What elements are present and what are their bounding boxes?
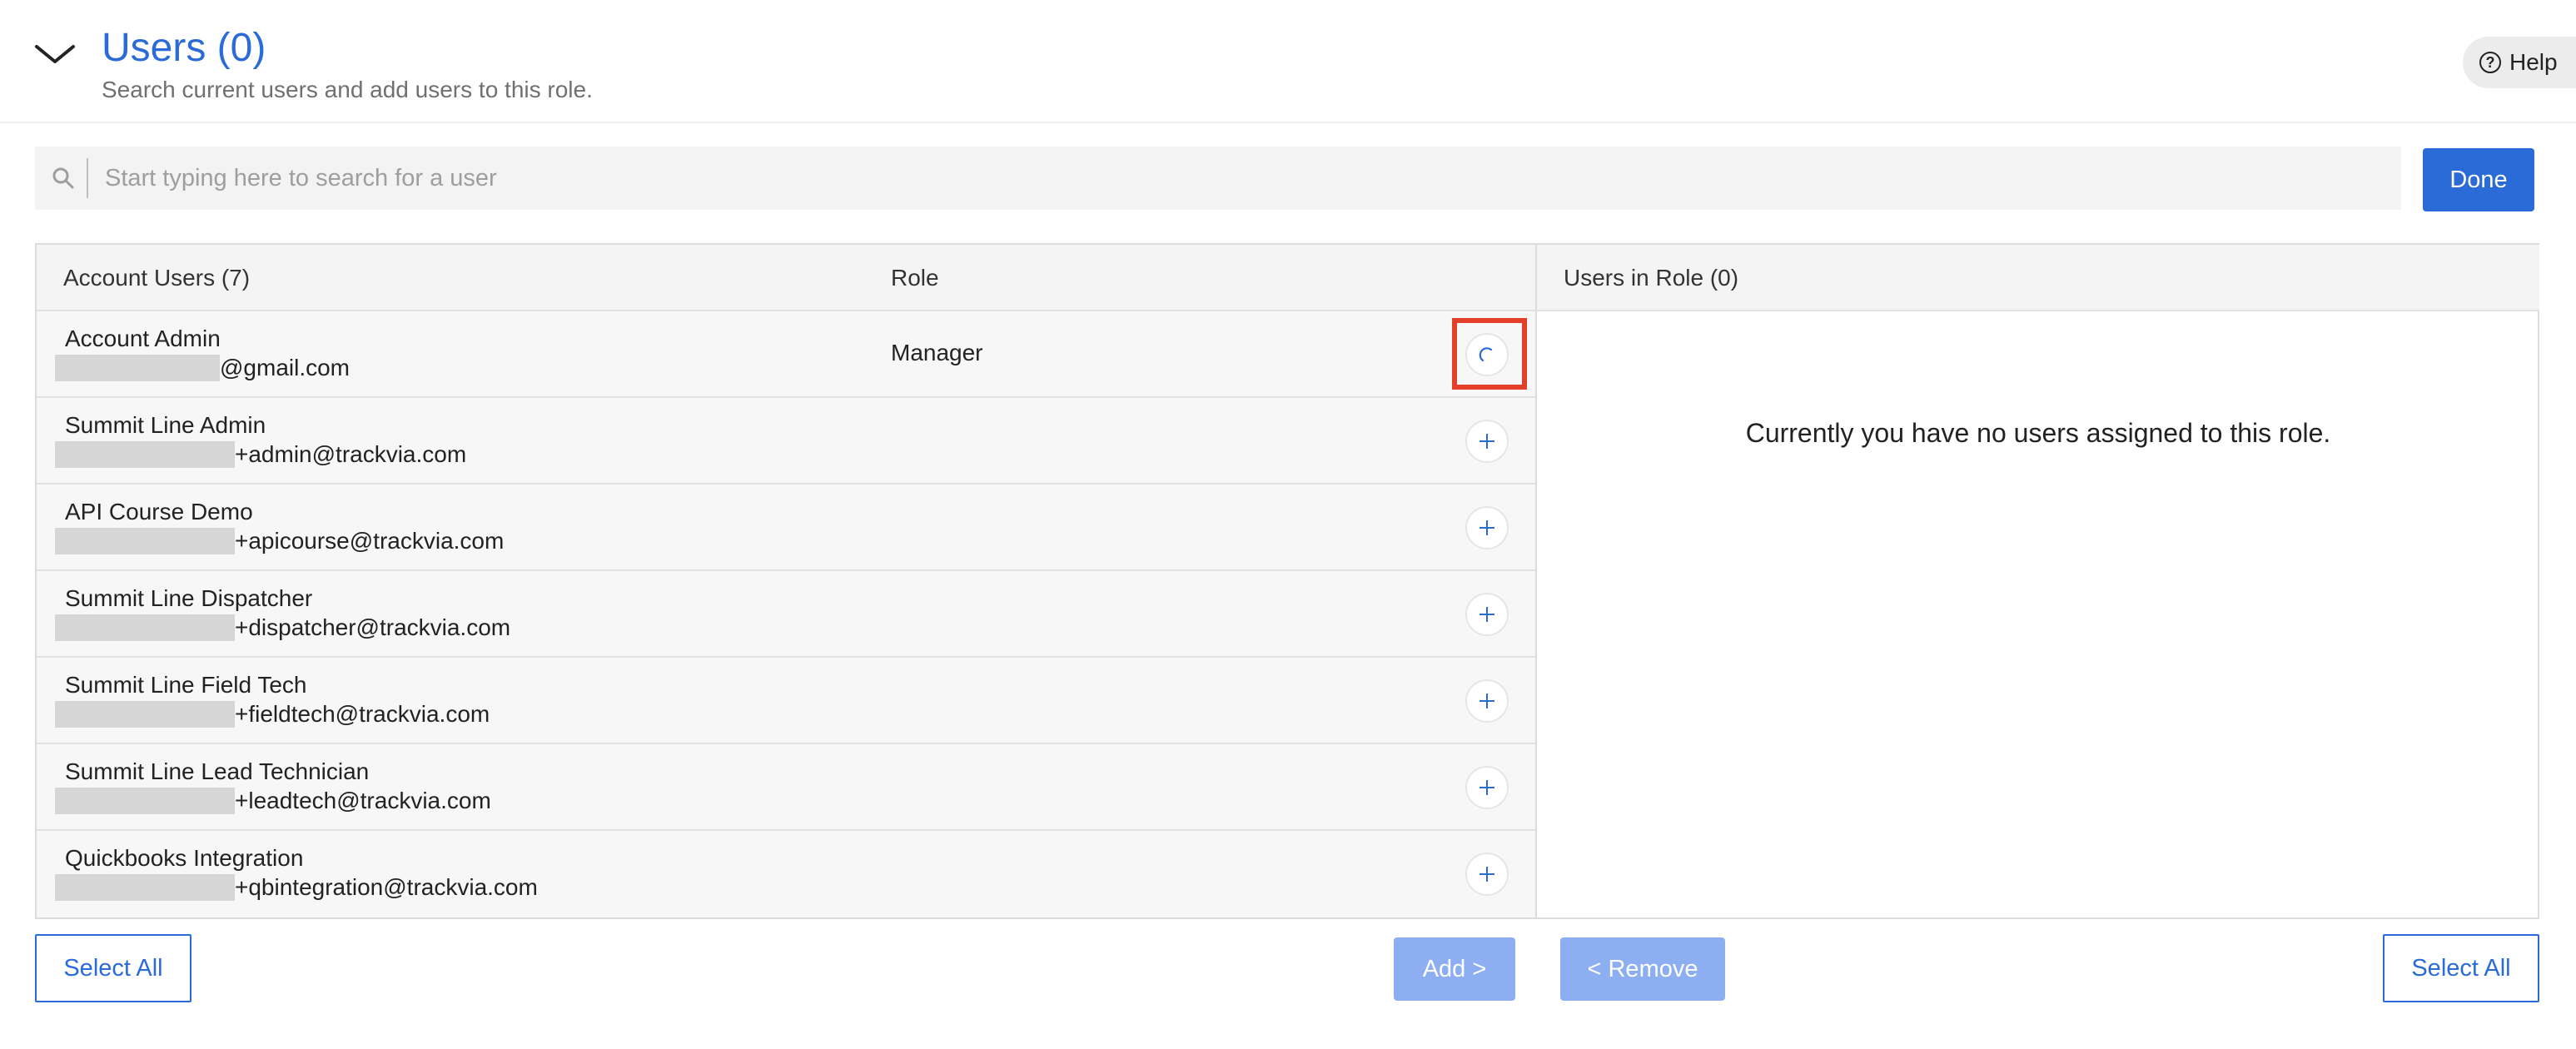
table-row[interactable]: Summit Line Admin +admin@trackvia.com — [37, 398, 1535, 485]
user-email: +admin@trackvia.com — [55, 440, 466, 470]
user-email: +dispatcher@trackvia.com — [55, 613, 510, 643]
user-email: @gmail.com — [55, 353, 350, 383]
search-input[interactable] — [105, 147, 2386, 210]
user-email-suffix: +apicourse@trackvia.com — [235, 528, 505, 554]
add-user-button[interactable] — [1465, 766, 1509, 809]
search-divider — [87, 158, 88, 198]
table-row[interactable]: Summit Line Field Tech +fieldtech@trackv… — [37, 658, 1535, 744]
loading-spinner-icon — [1479, 347, 1493, 362]
page-title: Users (0) — [102, 26, 266, 70]
done-button[interactable]: Done — [2423, 148, 2534, 211]
help-icon: ? — [2479, 52, 2501, 73]
chevron-down-icon[interactable] — [33, 37, 77, 70]
table-row[interactable]: API Course Demo +apicourse@trackvia.com — [37, 485, 1535, 571]
user-email-suffix: +fieldtech@trackvia.com — [235, 701, 490, 727]
account-users-panel: Account Users (7) Role Account Admin @gm… — [37, 245, 1537, 917]
users-in-role-column-header: Users in Role (0) — [1564, 265, 1739, 291]
user-name: Account Admin — [65, 326, 221, 351]
user-name: Quickbooks Integration — [65, 845, 304, 871]
redacted-email-prefix — [55, 701, 235, 728]
redacted-email-prefix — [55, 614, 235, 641]
redacted-email-prefix — [55, 441, 235, 468]
search-bar — [35, 147, 2401, 210]
plus-icon — [1479, 434, 1494, 449]
plus-icon — [1479, 520, 1494, 535]
user-email-suffix: +admin@trackvia.com — [235, 441, 467, 467]
table-row[interactable]: Summit Line Dispatcher +dispatcher@track… — [37, 571, 1535, 658]
user-email: +leadtech@trackvia.com — [55, 786, 491, 816]
page-header: Users (0) Search current users and add u… — [0, 0, 2576, 123]
add-user-button[interactable] — [1465, 853, 1509, 896]
redacted-email-prefix — [55, 874, 235, 901]
role-column-header: Role — [891, 265, 939, 291]
page-subtitle: Search current users and add users to th… — [102, 77, 593, 102]
user-email-suffix: +qbintegration@trackvia.com — [235, 874, 538, 900]
user-name: API Course Demo — [65, 499, 253, 524]
add-user-button[interactable] — [1465, 593, 1509, 636]
plus-icon — [1479, 694, 1494, 708]
plus-icon — [1479, 607, 1494, 622]
user-name: Summit Line Lead Technician — [65, 758, 370, 784]
user-email-suffix: @gmail.com — [220, 355, 351, 380]
user-role: Manager — [891, 340, 983, 365]
redacted-email-prefix — [55, 528, 235, 554]
table-row[interactable]: Summit Line Lead Technician +leadtech@tr… — [37, 744, 1535, 831]
table-row[interactable]: Account Admin @gmail.com Manager — [37, 311, 1535, 398]
user-assignment-panel: Account Users (7) Role Account Admin @gm… — [35, 243, 2539, 919]
account-users-column-header: Account Users (7) — [63, 265, 251, 291]
add-user-button[interactable] — [1465, 333, 1509, 376]
select-all-account-users-button[interactable]: Select All — [35, 934, 191, 1002]
add-user-button[interactable] — [1465, 420, 1509, 463]
user-name: Summit Line Admin — [65, 412, 266, 438]
select-all-role-users-button[interactable]: Select All — [2383, 934, 2539, 1002]
remove-button[interactable]: < Remove — [1560, 937, 1725, 1001]
users-in-role-panel: Users in Role (0) Currently you have no … — [1537, 245, 2539, 917]
table-row[interactable]: Quickbooks Integration +qbintegration@tr… — [37, 831, 1535, 917]
user-email-suffix: +dispatcher@trackvia.com — [235, 614, 511, 640]
redacted-email-prefix — [55, 355, 220, 381]
help-label: Help — [2509, 49, 2558, 75]
user-email: +fieldtech@trackvia.com — [55, 699, 490, 729]
user-email: +apicourse@trackvia.com — [55, 526, 504, 556]
user-name: Summit Line Dispatcher — [65, 585, 313, 611]
add-user-button[interactable] — [1465, 506, 1509, 549]
users-in-role-header: Users in Role (0) — [1537, 245, 2539, 311]
add-button[interactable]: Add > — [1394, 937, 1515, 1001]
redacted-email-prefix — [55, 788, 235, 814]
user-email-suffix: +leadtech@trackvia.com — [235, 788, 491, 813]
add-user-button[interactable] — [1465, 679, 1509, 723]
search-icon — [52, 167, 74, 189]
user-email: +qbintegration@trackvia.com — [55, 873, 538, 902]
plus-icon — [1479, 780, 1494, 795]
plus-icon — [1479, 867, 1494, 882]
account-users-header: Account Users (7) Role — [37, 245, 1535, 311]
help-button[interactable]: ? Help — [2463, 37, 2576, 88]
user-name: Summit Line Field Tech — [65, 672, 307, 698]
empty-role-message: Currently you have no users assigned to … — [1745, 418, 2331, 448]
